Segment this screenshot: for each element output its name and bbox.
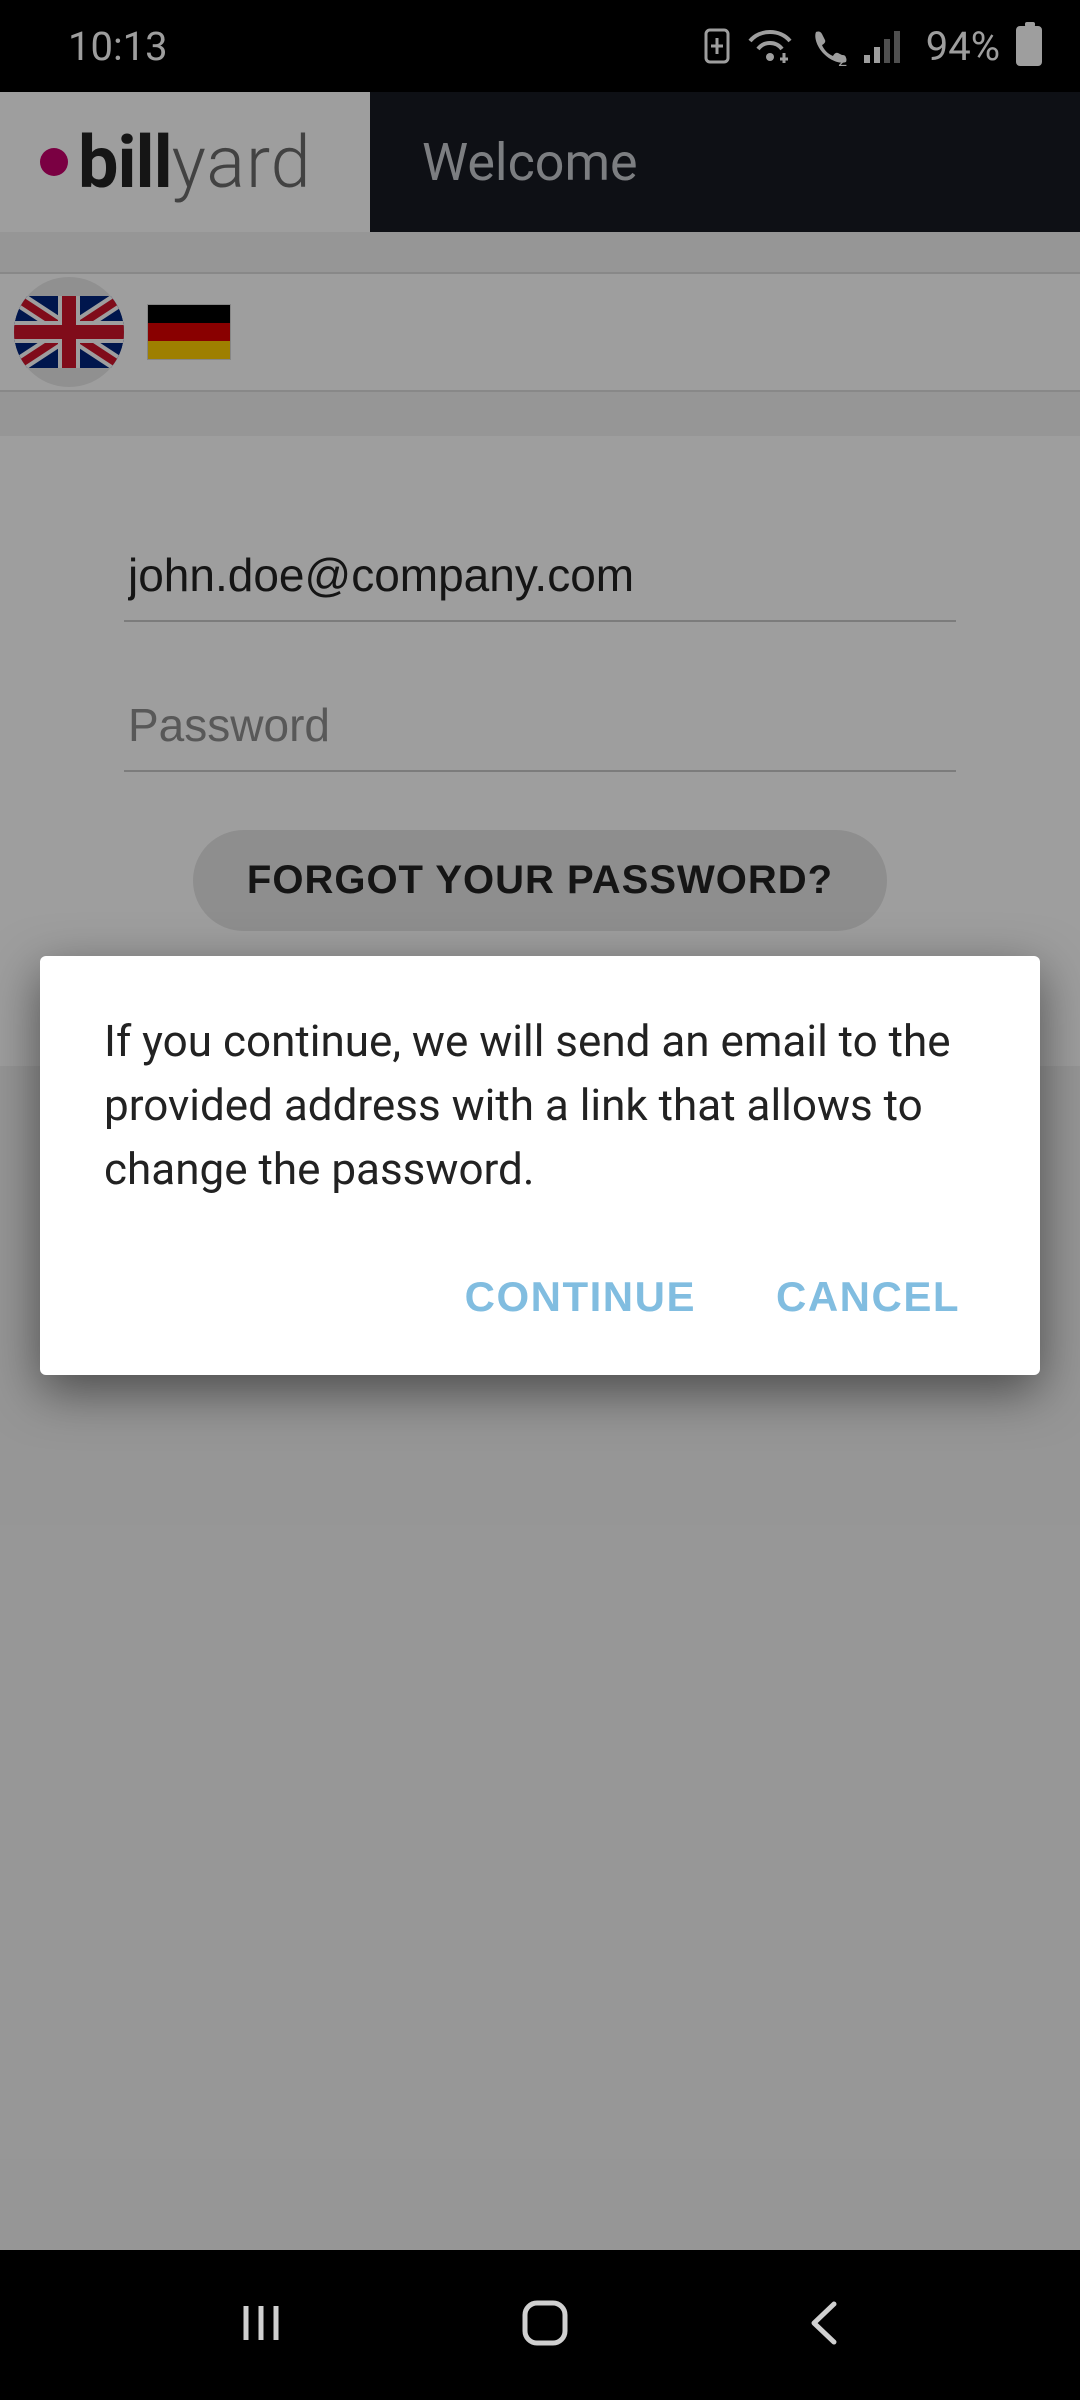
- cancel-button[interactable]: CANCEL: [760, 1259, 976, 1335]
- home-button[interactable]: [517, 2295, 573, 2355]
- recents-button[interactable]: [234, 2296, 288, 2354]
- dialog-message: If you continue, we will send an email t…: [104, 1010, 976, 1201]
- confirm-dialog: If you continue, we will send an email t…: [40, 956, 1040, 1375]
- dialog-actions: CONTINUE CANCEL: [104, 1259, 976, 1335]
- back-button[interactable]: [802, 2296, 846, 2354]
- continue-button[interactable]: CONTINUE: [449, 1259, 712, 1335]
- android-nav-bar: [0, 2250, 1080, 2400]
